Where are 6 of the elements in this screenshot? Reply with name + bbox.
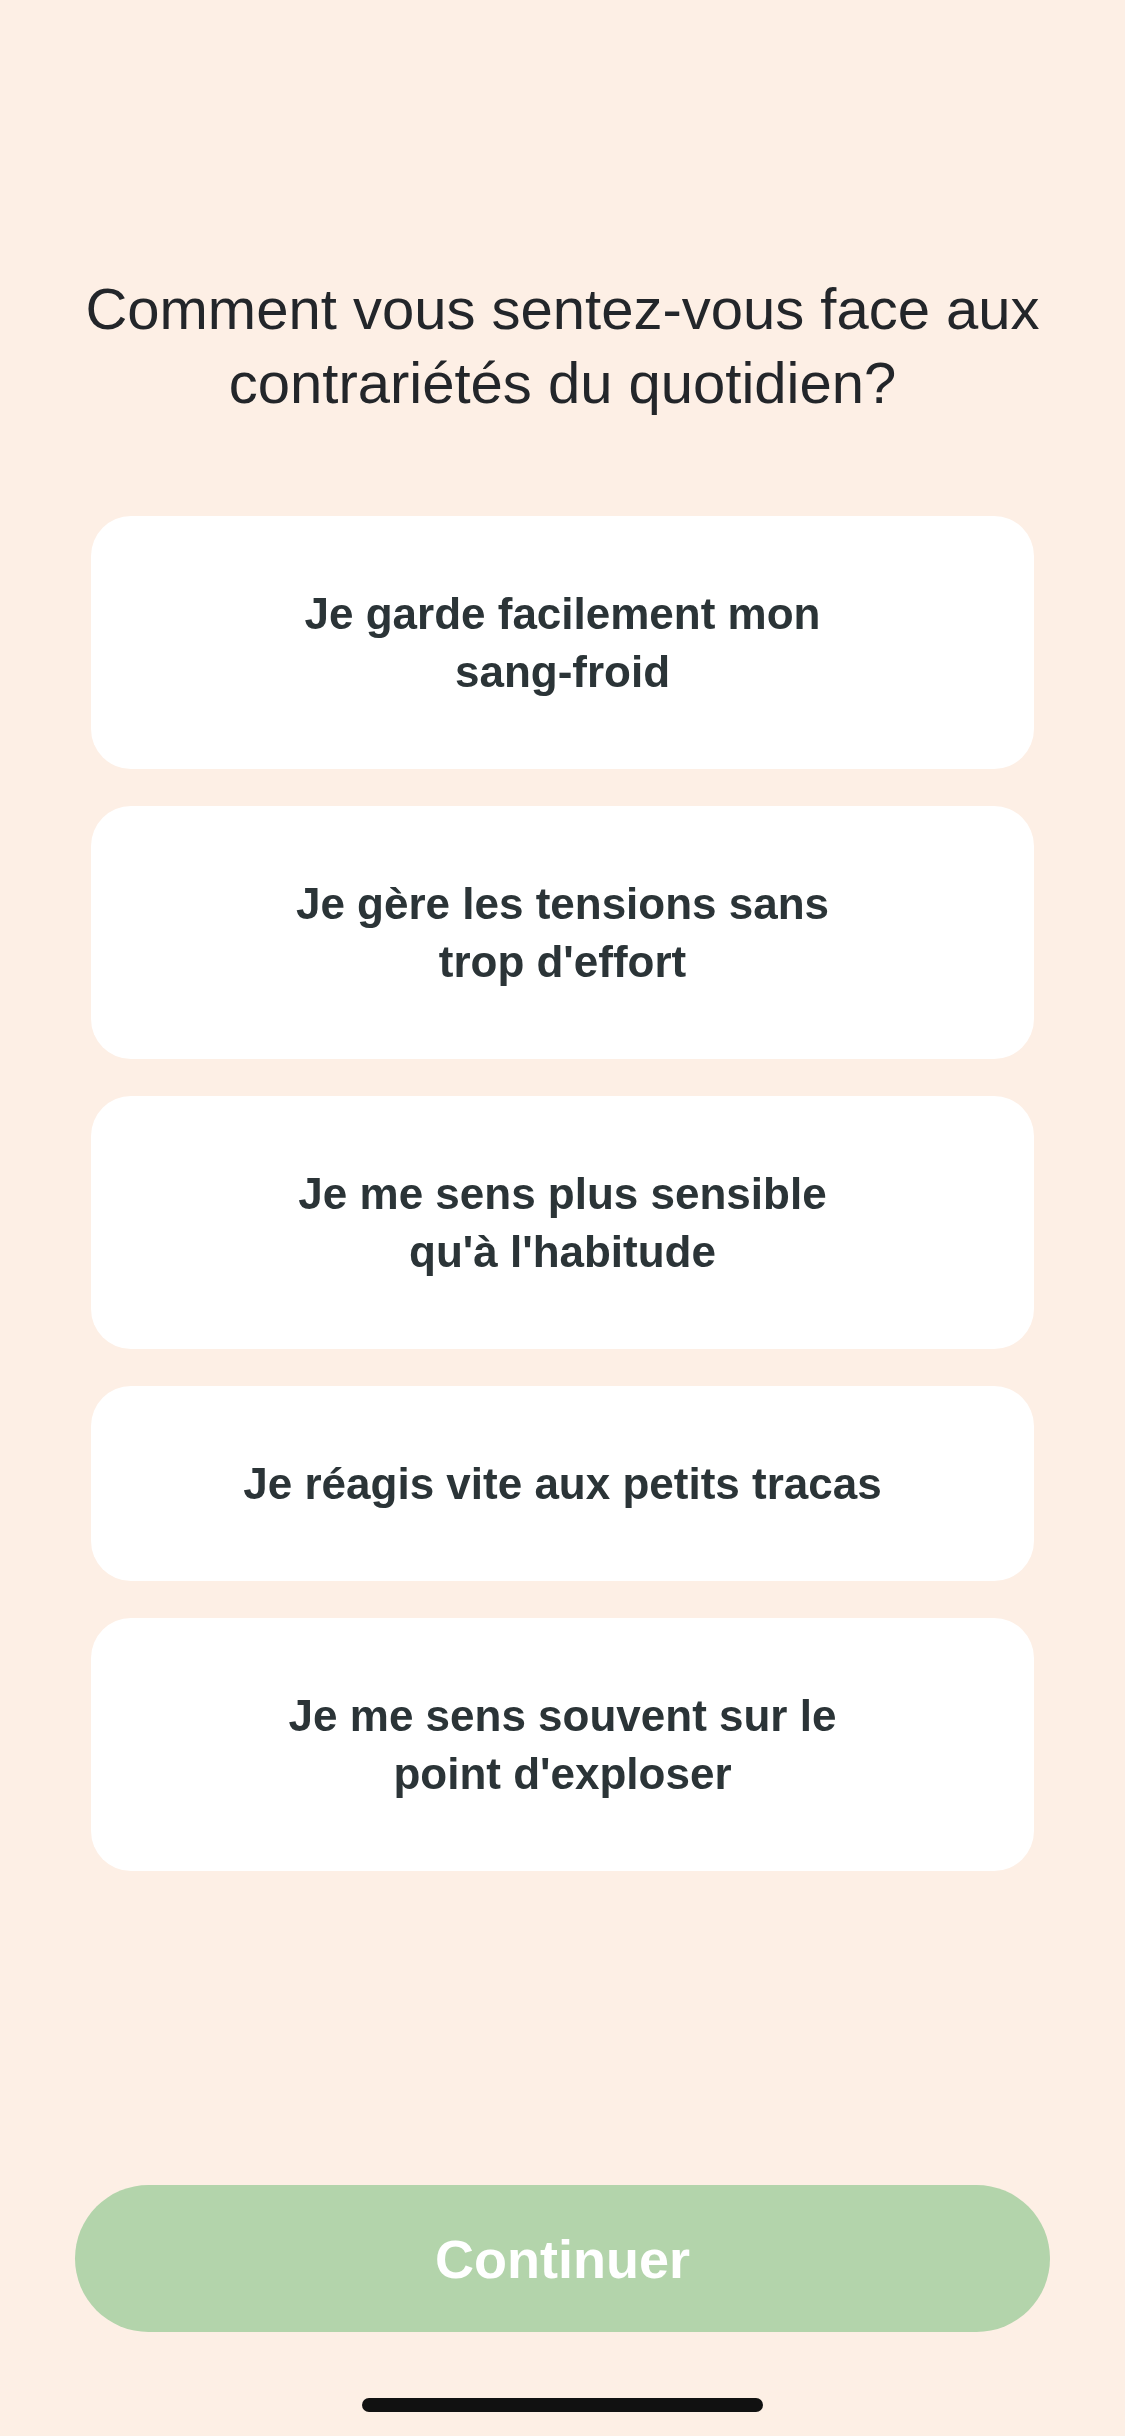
answer-option[interactable]: Je réagis vite aux petits tracas [91, 1386, 1034, 1581]
answer-option[interactable]: Je gère les tensions sans trop d'effort [91, 806, 1034, 1059]
question-title: Comment vous sentez-vous face aux contrariétés du quotidien? [84, 275, 1041, 417]
answer-option[interactable]: Je me sens souvent sur le point d'exploser [91, 1618, 1034, 1871]
answer-option[interactable]: Je garde facilement mon sang-froid [91, 516, 1034, 769]
answer-option[interactable]: Je me sens plus sensible qu'à l'habitude [91, 1096, 1034, 1349]
